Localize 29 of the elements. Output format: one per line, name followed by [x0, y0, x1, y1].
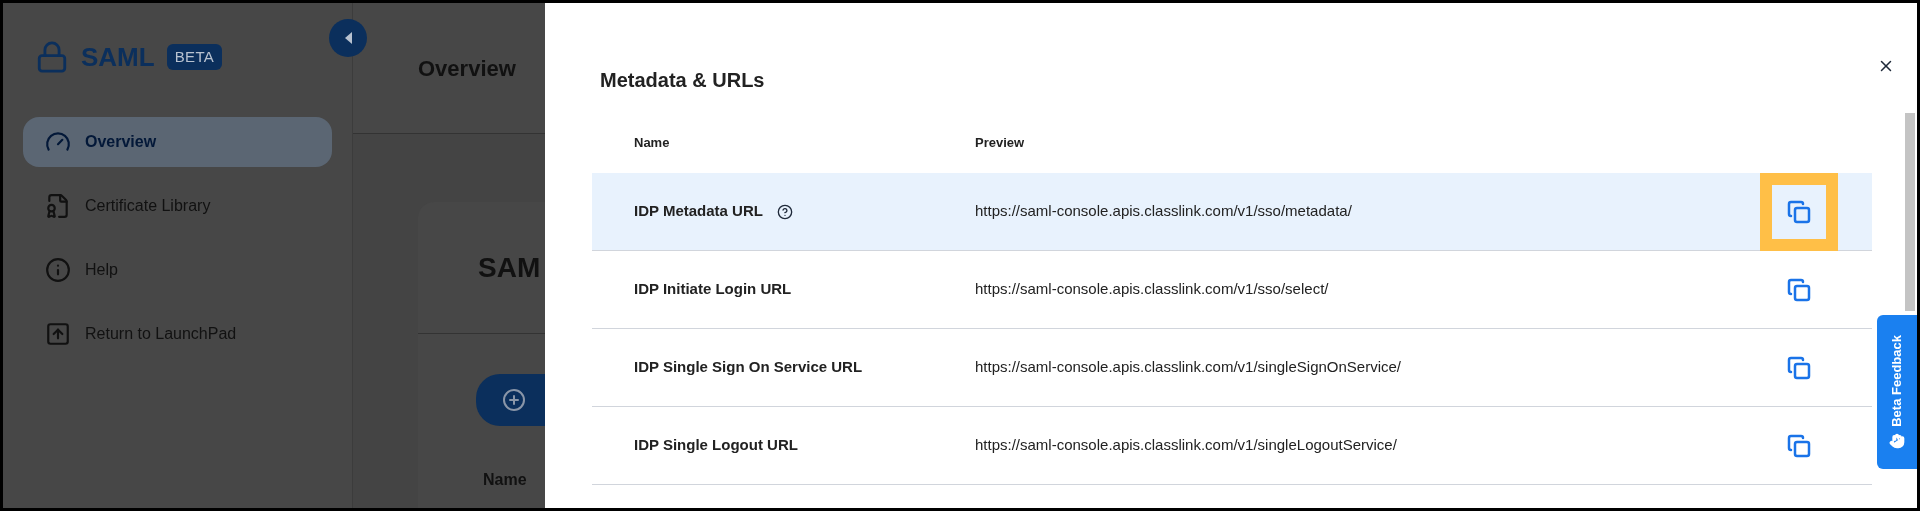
column-header: Name: [634, 134, 671, 153]
name-cell-text: IDP Single Logout URL: [634, 435, 798, 456]
table-row[interactable]: IDP Metadata URL https://saml-console.apis.classlink.com/v1/sso/metadata/: [592, 173, 1872, 251]
url-cell-text: https://saml-console.apis.classlink.com/v1/singleSignOnService/: [975, 357, 1402, 378]
app-name: SAML: [81, 40, 155, 74]
copy-icon: [1787, 433, 1811, 458]
scrollbar[interactable]: [1905, 113, 1915, 311]
certificate-icon: [45, 193, 71, 219]
add-button[interactable]: [476, 374, 545, 426]
copy-icon: [1787, 277, 1811, 302]
drawer-title: Metadata & URLs: [600, 68, 765, 93]
plus-icon: [502, 388, 526, 412]
info-icon: [45, 257, 71, 283]
beta-badge: BETA: [166, 43, 223, 71]
url-cell-text: https://saml-console.apis.classlink.com/v1/sso/select/: [975, 279, 1330, 300]
column-header: Preview: [975, 134, 1025, 153]
name-cell-text: IDP Metadata URL: [634, 201, 763, 222]
sidebar-item[interactable]: Overview: [23, 117, 332, 167]
hand-icon: [1889, 432, 1905, 449]
feedback-tab[interactable]: Beta Feedback: [1877, 315, 1917, 469]
url-cell-text: https://saml-console.apis.classlink.com/v1/singleLogoutService/: [975, 435, 1398, 456]
url-cell-text: https://saml-console.apis.classlink.com/v1/sso/metadata/: [975, 201, 1353, 222]
collapse-button[interactable]: [329, 19, 367, 57]
copy-icon: [1787, 199, 1811, 224]
copy-icon: [1787, 355, 1811, 380]
name-cell-text: IDP Initiate Login URL: [634, 279, 792, 300]
help-icon[interactable]: [776, 203, 793, 220]
name-cell-text: IDP Single Sign On Service URL: [634, 357, 863, 378]
arrow-up-icon: [45, 321, 71, 347]
